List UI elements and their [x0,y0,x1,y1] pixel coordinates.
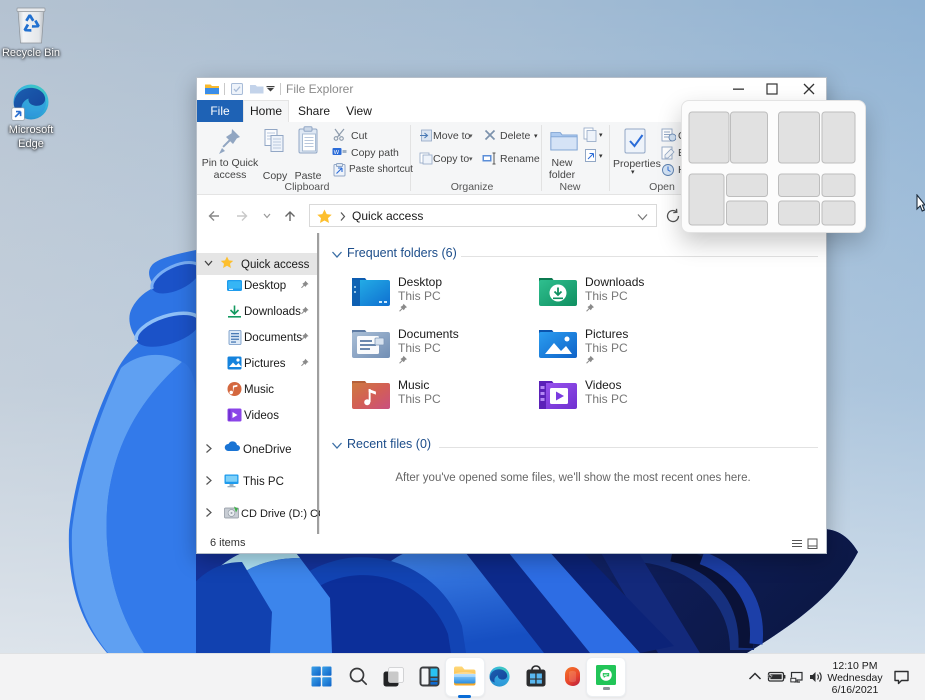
svg-text:Downloads: Downloads [244,306,301,318]
svg-text:Pictures: Pictures [244,358,286,370]
svg-text:Quick access: Quick access [241,259,310,271]
svg-text:W: W [334,150,340,156]
svg-text:Videos: Videos [244,410,279,422]
svg-text:Desktop: Desktop [244,280,286,292]
svg-text:CD Drive (D:) CC(: CD Drive (D:) CC( [241,508,323,520]
svg-text:This PC: This PC [243,476,284,488]
svg-text:OneDrive: OneDrive [243,444,292,456]
svg-text:Music: Music [244,384,274,396]
svg-text:Documents: Documents [244,332,302,344]
